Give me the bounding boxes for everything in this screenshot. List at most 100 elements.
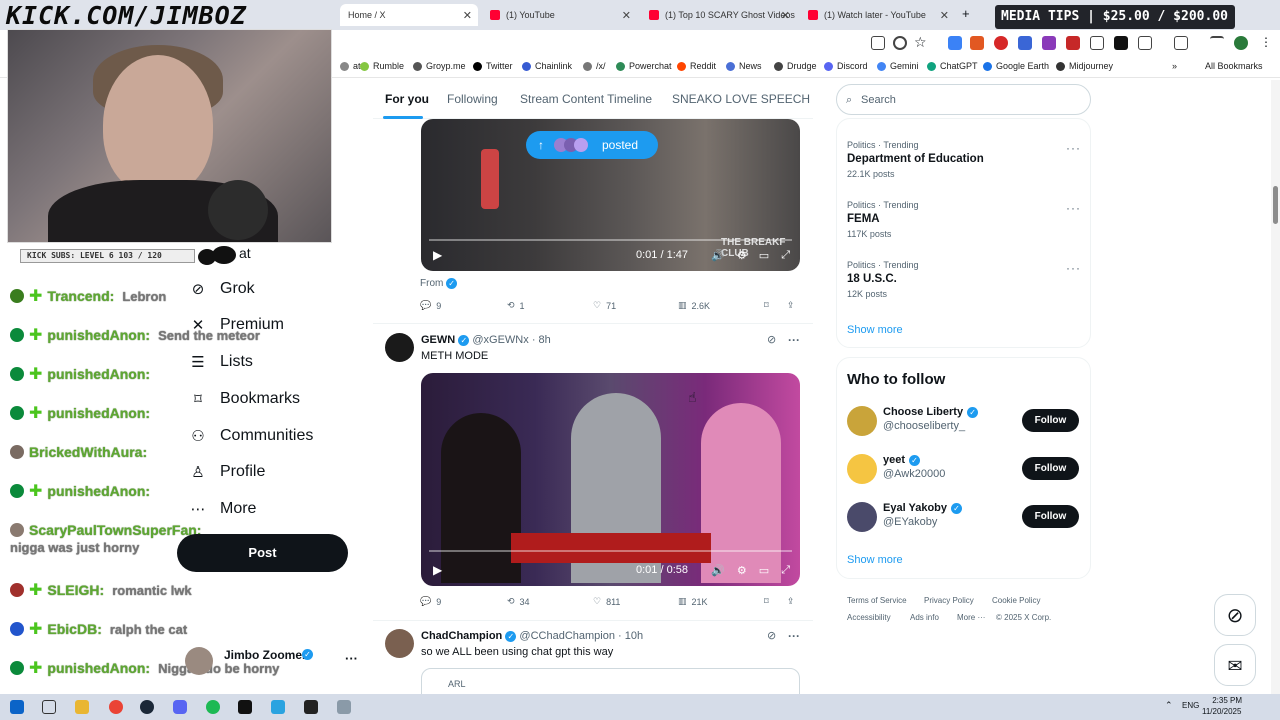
chat-username[interactable]: punishedAnon: [47, 405, 150, 421]
follow-suggestion[interactable]: Eyal Yakoby ✓ @EYakoby [847, 502, 1017, 534]
bookmark-news[interactable]: News [726, 61, 762, 71]
tweet2-video[interactable]: ▶ 0:01 / 0:58 🔊 ⚙ ▭ ⤢ [421, 373, 800, 586]
nav-item-bookmarks[interactable]: ⌑ Bookmarks [187, 386, 300, 412]
windows-start-icon[interactable] [10, 700, 24, 714]
nav-item-grok[interactable]: ⊘ Grok [187, 276, 255, 302]
footer-cookie-link[interactable]: Cookie Policy [992, 596, 1040, 605]
steam-icon[interactable] [140, 700, 154, 714]
avatar[interactable] [385, 629, 414, 658]
chat-username[interactable]: BrickedWithAura: [29, 444, 147, 460]
fullscreen-icon[interactable]: ⤢ [781, 564, 790, 577]
footer-terms-link[interactable]: Terms of Service [847, 596, 907, 605]
bookmark-powerchat[interactable]: Powerchat [616, 61, 672, 71]
close-icon[interactable]: ✕ [622, 9, 631, 22]
trends-show-more-link[interactable]: Show more [847, 324, 903, 336]
clock-time[interactable]: 2:35 PM [1208, 696, 1242, 705]
chat-username[interactable]: punishedAnon: [47, 366, 150, 382]
like-button[interactable]: ♡ 811 [593, 596, 620, 607]
trend-item[interactable]: Politics · Trending FEMA 117K posts [847, 200, 919, 239]
follow-suggestion[interactable]: Choose Liberty ✓ @chooseliberty_ [847, 406, 1017, 438]
extension-icon[interactable] [1042, 36, 1056, 50]
tab-ghost-videos[interactable]: (1) Top 10 SCARY Ghost Videos ✕ [641, 4, 796, 26]
kebab-icon[interactable]: ⋮ [1260, 35, 1272, 49]
tray-chevron-icon[interactable]: ⌃ [1165, 700, 1173, 711]
share-icon[interactable]: ⇪ [787, 596, 795, 607]
x-icon[interactable] [1114, 36, 1128, 50]
grok-icon[interactable]: ⊘ [767, 629, 776, 642]
volume-icon[interactable]: 🔊 [711, 564, 725, 577]
bookmark-rumble[interactable]: Rumble [360, 61, 404, 71]
reply-button[interactable]: 💬 9 [420, 596, 441, 607]
reply-button[interactable]: 💬 9 [420, 300, 441, 311]
bookmark-groyp-me[interactable]: Groyp.me [413, 61, 466, 71]
chat-username[interactable]: punishedAnon: [47, 483, 150, 499]
scrollbar-thumb[interactable] [1273, 186, 1278, 224]
repost-button[interactable]: ⟲ 1 [507, 300, 525, 311]
page-scrollbar[interactable] [1271, 80, 1280, 694]
bookmark-x[interactable]: /x/ [583, 61, 606, 71]
author-name[interactable]: ChadChampion [421, 630, 502, 642]
nav-item-profile[interactable]: ♙ Profile [187, 459, 265, 485]
avatar[interactable] [385, 333, 414, 362]
chat-username[interactable]: EbicDB: [47, 621, 101, 637]
spotify-icon[interactable] [206, 700, 220, 714]
settings-icon[interactable]: ⚙ [737, 564, 747, 577]
nav-item-communities[interactable]: ⚇ Communities [187, 423, 313, 449]
sidepanel-icon[interactable] [1174, 36, 1188, 50]
video-progress[interactable] [429, 550, 792, 552]
volume-icon[interactable]: 🔊 [711, 249, 725, 262]
puzzle-icon[interactable] [1138, 36, 1152, 50]
close-icon[interactable]: ✕ [463, 9, 472, 22]
extension-icon[interactable] [948, 36, 962, 50]
close-icon[interactable]: ✕ [940, 9, 949, 22]
author-handle[interactable]: @xGEWNx [472, 334, 528, 346]
app-icon[interactable] [337, 700, 351, 714]
star-icon[interactable]: ☆ [914, 34, 927, 51]
views-button[interactable]: ▥ 21K [678, 596, 708, 607]
post-time[interactable]: · 10h [618, 630, 643, 642]
footer-more-link[interactable]: More ··· [957, 613, 985, 622]
messages-floating-button[interactable]: ✉ [1214, 644, 1256, 686]
zoom-icon[interactable] [893, 36, 907, 50]
new-posts-pill[interactable]: ↑ posted [526, 131, 658, 159]
bookmark-twitter[interactable]: Twitter [473, 61, 513, 71]
footer-ads-link[interactable]: Ads info [910, 613, 939, 622]
chat-username[interactable]: Trancend: [47, 288, 114, 304]
trend-item[interactable]: Politics · Trending 18 U.S.C. 12K posts [847, 260, 919, 299]
search-input[interactable]: ⌕ Search [836, 84, 1091, 115]
settings-icon[interactable]: ⚙ [737, 249, 747, 262]
close-icon[interactable]: ✕ [781, 9, 790, 22]
follow-suggestion[interactable]: yeet ✓ @Awk20000 [847, 454, 1017, 486]
follow-button[interactable]: Follow [1022, 409, 1079, 432]
install-icon[interactable] [871, 36, 885, 50]
post-time[interactable]: · 8h [532, 334, 551, 346]
clock-date[interactable]: 11/20/2025 [1202, 707, 1241, 716]
tab-sneako-love-speech[interactable]: SNEAKO LOVE SPEECH [672, 92, 810, 106]
new-tab-button[interactable]: + [962, 6, 970, 21]
file-explorer-icon[interactable] [75, 700, 89, 714]
tab-stream-content-timeline[interactable]: Stream Content Timeline [520, 92, 652, 106]
footer-privacy-link[interactable]: Privacy Policy [924, 596, 974, 605]
nav-item-lists[interactable]: ☰ Lists [187, 349, 253, 375]
menu-icon[interactable] [1210, 36, 1224, 50]
account-more-icon[interactable]: ··· [345, 651, 358, 666]
chat-username[interactable]: punishedAnon: [47, 660, 150, 676]
tab-following[interactable]: Following [447, 92, 498, 106]
play-icon[interactable]: ▶ [433, 563, 442, 577]
fullscreen-icon[interactable]: ⤢ [781, 249, 790, 262]
discord-icon[interactable] [173, 700, 187, 714]
bookmark-drudge[interactable]: Drudge [774, 61, 817, 71]
bookmark-reddit[interactable]: Reddit [677, 61, 716, 71]
account-switcher[interactable]: Jimbo Zoomer ✓ ··· [185, 645, 365, 675]
follow-button[interactable]: Follow [1022, 505, 1079, 528]
bookmarks-overflow-icon[interactable]: » [1172, 61, 1177, 71]
tab-for-you[interactable]: For you [385, 92, 429, 106]
author-handle[interactable]: @CChadChampion [519, 630, 615, 642]
extension-icon[interactable] [1090, 36, 1104, 50]
bookmark-icon[interactable]: ⌑ [764, 300, 769, 311]
avatar[interactable] [1234, 36, 1248, 50]
footer-accessibility-link[interactable]: Accessibility [847, 613, 891, 622]
bookmark-chainlink[interactable]: Chainlink [522, 61, 572, 71]
chrome-icon[interactable] [109, 700, 123, 714]
ublock-icon[interactable] [994, 36, 1008, 50]
